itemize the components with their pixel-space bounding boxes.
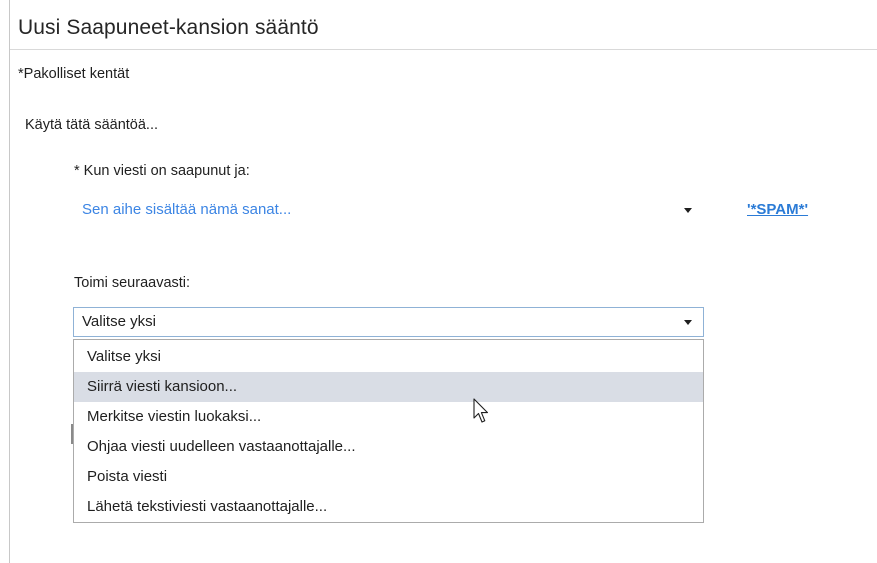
chevron-down-icon — [684, 320, 692, 325]
action-dropdown-list: Valitse yksi Siirrä viesti kansioon... M… — [73, 339, 704, 523]
action-select[interactable]: Valitse yksi — [73, 307, 704, 337]
dialog-title: Uusi Saapuneet-kansion sääntö — [18, 16, 319, 39]
action-selected-value: Valitse yksi — [82, 313, 156, 330]
required-fields-note: *Pakolliset kentät — [18, 66, 130, 82]
mouse-pointer-icon — [473, 398, 489, 423]
title-divider — [10, 49, 877, 50]
dropdown-option-delete[interactable]: Poista viesti — [74, 462, 703, 492]
dropdown-option-categorize[interactable]: Merkitse viestin luokaksi... — [74, 402, 703, 432]
chevron-down-icon — [684, 208, 692, 213]
dropdown-option-send-sms[interactable]: Lähetä tekstiviesti vastaanottajalle... — [74, 492, 703, 522]
condition-words-link[interactable]: '*SPAM*' — [747, 201, 808, 218]
panel-left-border — [9, 0, 10, 563]
dropdown-option-move-to-folder[interactable]: Siirrä viesti kansioon... — [74, 372, 703, 402]
action-label: Toimi seuraavasti: — [74, 275, 191, 291]
dropdown-option-redirect[interactable]: Ohjaa viesti uudelleen vastaanottajalle.… — [74, 432, 703, 462]
apply-rule-label: Käytä tätä sääntöä... — [25, 117, 159, 133]
condition-selected-value: Sen aihe sisältää nämä sanat... — [82, 201, 292, 218]
condition-label: * Kun viesti on saapunut ja: — [74, 163, 250, 179]
dropdown-option-choose-one[interactable]: Valitse yksi — [74, 342, 703, 372]
condition-select[interactable]: Sen aihe sisältää nämä sanat... — [73, 195, 704, 225]
new-inbox-rule-dialog: Uusi Saapuneet-kansion sääntö *Pakollise… — [0, 0, 877, 563]
